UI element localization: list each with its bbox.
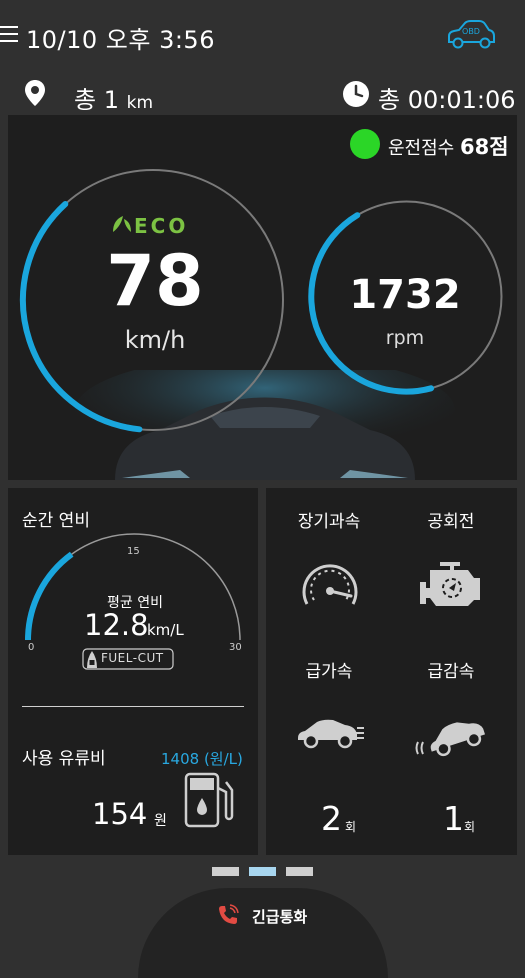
braking-car-icon: [414, 712, 488, 758]
fuel-price: 1408 (원/L): [161, 750, 243, 768]
eco-label: ECO: [134, 214, 189, 238]
fuel-pump-icon: [182, 770, 238, 828]
event-label-overspeed: 장기과속: [297, 512, 361, 532]
rpm-value: 1732: [349, 272, 461, 318]
emergency-call-label: 긴급통화: [252, 908, 308, 926]
scale-mid-label: 15: [127, 546, 140, 557]
rapid-accel-count: 2: [321, 799, 342, 838]
rpm-unit: rpm: [385, 327, 425, 349]
score-value: 68점: [460, 135, 509, 159]
accelerating-car-icon: [295, 714, 365, 754]
speed-value: 78: [106, 240, 204, 322]
scale-min-label: 0: [28, 642, 35, 653]
fuel-cost-title: 사용 유류비: [22, 749, 106, 769]
fuel-divider: [22, 706, 244, 707]
page-dot-3[interactable]: [286, 867, 313, 876]
obd-car-icon[interactable]: OBD: [445, 18, 497, 52]
page-indicator: [212, 867, 313, 879]
clock-icon: [342, 80, 370, 112]
fuel-cost-unit: 원: [154, 813, 167, 829]
speedometer-icon: [299, 558, 361, 610]
phone-icon: [217, 904, 239, 926]
score-label: 운전점수: [388, 138, 455, 159]
scale-max-label: 30: [229, 642, 242, 653]
rapid-decel-count-unit: 회: [464, 820, 476, 834]
emergency-call-button[interactable]: [138, 888, 388, 978]
speed-unit: km/h: [124, 326, 186, 354]
rapid-accel-count-unit: 회: [345, 820, 357, 834]
event-label-rapid-decel: 급감속: [427, 662, 475, 682]
trip-distance: 총 1 km: [74, 80, 153, 115]
obd-label: OBD: [462, 27, 480, 36]
avg-fuel-unit: km/L: [147, 621, 184, 639]
fuel-cut-label: FUEL-CUT: [101, 651, 164, 665]
engine-icon: [416, 560, 484, 610]
instant-fuel-title: 순간 연비: [22, 511, 90, 531]
page-dot-1[interactable]: [212, 867, 239, 876]
avg-fuel-value: 12.8: [84, 608, 149, 642]
menu-icon[interactable]: [0, 26, 18, 44]
event-label-rapid-accel: 급가속: [305, 662, 353, 682]
trip-duration: 총 00:01:06: [378, 86, 516, 114]
event-label-idling: 공회전: [427, 512, 475, 532]
location-pin-icon: [24, 79, 46, 111]
rapid-decel-count: 1: [443, 799, 464, 838]
score-indicator-dot: [350, 129, 380, 159]
page-dot-2[interactable]: [249, 867, 276, 876]
distance-unit: km: [126, 93, 154, 113]
distance-value: 총 1: [74, 86, 119, 114]
fuel-cost-value: 154: [92, 797, 148, 831]
datetime: 10/10 오후 3:56: [26, 26, 215, 54]
